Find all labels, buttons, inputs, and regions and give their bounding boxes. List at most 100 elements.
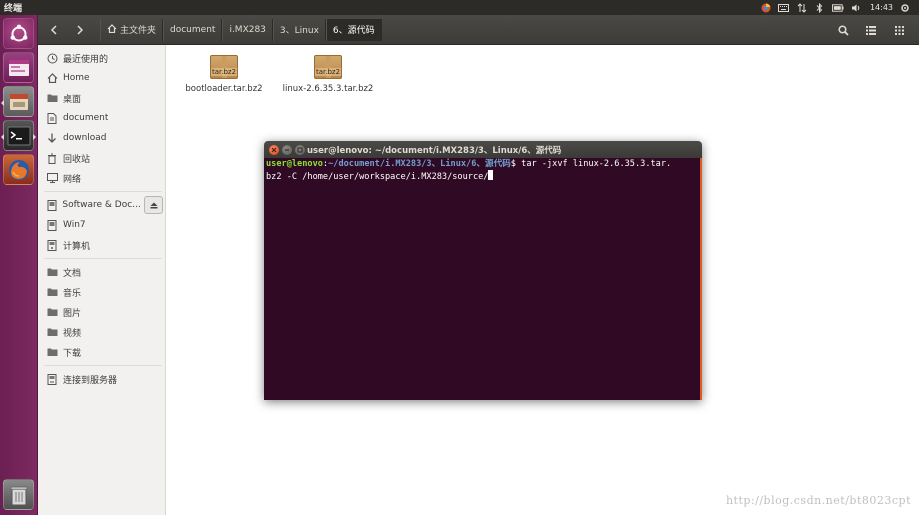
breadcrumb-linux[interactable]: 3、Linux [272,18,326,41]
sidebar-item-label: Software & Docu... [62,200,142,210]
eject-icon [150,202,157,208]
active-app-title: 终端 [4,4,23,14]
clock[interactable]: 14:43 [870,3,893,12]
home-icon [107,23,117,36]
launcher-item-files[interactable] [3,52,34,83]
sidebar-item-network[interactable]: 网络 [38,169,164,187]
sidebar-item-label: 计算机 [63,241,91,252]
sidebar-item-documents[interactable]: 文档 [38,263,164,281]
eject-button[interactable] [144,196,163,214]
sidebar-item-software-docu[interactable]: Software & Docu... [38,196,142,214]
folder-icon [46,326,58,338]
command-text: tar -jxvf linux-2.6.35.3.tar. [515,159,672,169]
breadcrumb-source[interactable]: 6、源代码 [325,18,382,41]
sidebar-item-download[interactable]: download [38,129,164,147]
sidebar-item-label: 连接到服务器 [63,375,118,386]
sidebar-item-label: download [63,133,107,143]
sidebar-item-desktop[interactable]: 桌面 [38,89,164,107]
sidebar-item-label: 最近使用的 [63,54,109,65]
terminal-window[interactable]: user@lenovo: ~/document/i.MX283/3、Linux/… [264,141,702,400]
firefox-icon [8,159,29,180]
sidebar-item-label: 视频 [63,328,82,339]
keyboard-icon[interactable] [778,3,790,13]
running-indicator-icon [1,100,4,106]
file-item[interactable]: tar.bz2 bootloader.tar.bz2 [179,55,269,94]
file-type-badge: tar.bz2 [314,68,342,76]
sidebar-item-label: document [63,113,109,123]
grid-view-button[interactable] [889,20,909,40]
minimize-icon [285,148,289,151]
launcher-item-file-manager[interactable] [1,86,34,117]
document-icon [46,112,58,124]
launcher-item-terminal[interactable] [1,120,36,151]
sidebar-item-music[interactable]: 音乐 [38,283,164,301]
ubuntu-logo-icon [10,24,27,41]
launcher [0,15,38,515]
sidebar-item-win7[interactable]: Win7 [38,216,164,234]
folder-icon [46,346,58,358]
minimize-button[interactable] [282,144,292,155]
download-icon [46,132,58,144]
folder-icon [46,266,58,278]
battery-icon[interactable] [831,3,844,13]
network-arrows-icon[interactable] [796,2,808,13]
power-gear-icon[interactable] [899,3,911,13]
list-view-button[interactable] [861,20,881,40]
watermark: http://blog.csdn.net/bt8023cpt [725,494,911,507]
sidebar-item-label: 回收站 [63,154,91,165]
sidebar-item-videos[interactable]: 视频 [38,323,164,341]
breadcrumb: 主文件夹 document i.MX283 3、Linux 6、源代码 [100,18,382,41]
terminal-title: user@lenovo: ~/document/i.MX283/3、Linux/… [307,146,562,156]
sidebar-item-document[interactable]: document [38,109,164,127]
close-button[interactable] [269,144,279,155]
breadcrumb-imx283[interactable]: i.MX283 [222,18,273,41]
sidebar-item-pictures[interactable]: 图片 [38,303,164,321]
file-name: linux-2.6.35.3.tar.bz2 [282,84,374,94]
launcher-item-firefox[interactable] [3,154,34,185]
computer-icon [46,239,58,251]
sidebar-item-connect-server[interactable]: 连接到服务器 [38,370,164,388]
sidebar-item-label: Home [63,73,90,83]
sidebar-item-label: 桌面 [63,94,82,105]
terminal-output[interactable]: user@lenovo:~/document/i.MX283/3、Linux/6… [264,158,702,400]
breadcrumb-label: 主文件夹 [120,26,157,36]
file-name: bootloader.tar.bz2 [185,84,263,94]
drive-icon [46,219,58,231]
prompt-user: user@lenovo [266,159,323,169]
desktop-folder-icon [46,92,58,104]
prompt-path: ~/document/i.MX283/3、Linux/6、源代码 [328,159,511,169]
bluetooth-icon[interactable] [814,2,826,13]
breadcrumb-home[interactable]: 主文件夹 [100,18,164,41]
trash-icon [46,152,58,164]
sidebar-item-downloads[interactable]: 下载 [38,343,164,361]
sidebar-item-recent[interactable]: 最近使用的 [38,49,164,67]
search-button[interactable] [833,20,853,40]
chrome-indicator-icon[interactable] [760,2,772,13]
breadcrumb-document[interactable]: document [163,18,223,41]
file-type-badge: tar.bz2 [210,68,238,76]
sidebar-item-computer[interactable]: 计算机 [38,236,164,254]
volume-icon[interactable] [850,3,862,13]
file-item[interactable]: tar.bz2 linux-2.6.35.3.tar.bz2 [283,55,373,94]
package-icon: tar.bz2 [314,55,342,79]
command-text: bz2 -C /home/user/workspace/i.MX283/sour… [266,172,489,182]
sidebar-item-label: 音乐 [63,288,82,299]
maximize-button[interactable] [295,144,305,155]
forward-button[interactable] [70,20,90,40]
toolbar-actions [833,20,909,40]
sidebar-item-trash[interactable]: 回收站 [38,149,164,167]
top-panel: 终端 14:43 [0,0,919,15]
close-icon [271,147,277,152]
launcher-item-trash[interactable] [3,479,34,510]
sidebar-item-home[interactable]: Home [38,69,164,87]
places-sidebar: 最近使用的 Home 桌面 document download 回收站 网络 S… [38,45,166,515]
file-manager-toolbar: 主文件夹 document i.MX283 3、Linux 6、源代码 [38,15,919,45]
back-button[interactable] [44,20,64,40]
terminal-line: user@lenovo:~/document/i.MX283/3、Linux/6… [266,159,698,170]
dash-home-button[interactable] [3,18,34,49]
maximize-icon [297,147,303,152]
drive-icon [46,199,57,211]
grid-view-icon [894,25,904,35]
folder-icon [46,286,58,298]
terminal-titlebar[interactable]: user@lenovo: ~/document/i.MX283/3、Linux/… [264,141,702,158]
